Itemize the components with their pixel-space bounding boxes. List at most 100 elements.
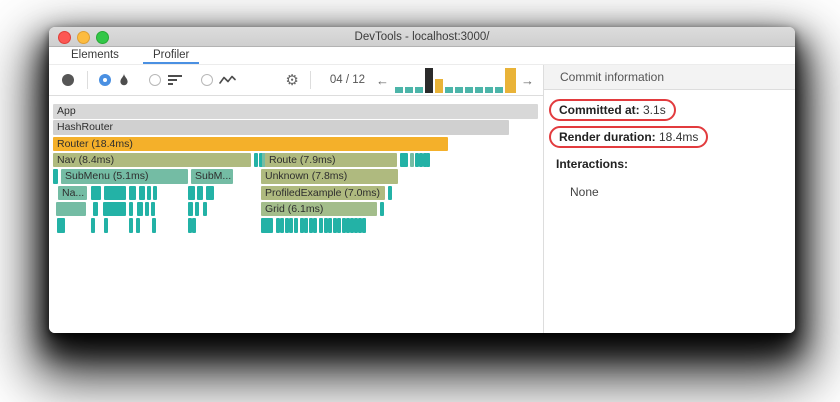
tab-elements[interactable]: Elements [61,47,129,64]
interactions-radio[interactable] [201,74,213,86]
ranked-chart-icon[interactable] [167,74,183,86]
commit-bar[interactable] [485,86,493,93]
tab-bar: Elements Profiler [49,47,795,65]
flame-bar-fragment[interactable] [151,201,155,217]
commit-bar[interactable] [505,67,516,93]
flame-bar-fragment[interactable] [328,218,332,233]
commit-bar[interactable] [465,86,473,93]
flame-bar-fragment[interactable] [129,218,133,233]
toolbar-divider [309,71,311,89]
commit-bar[interactable] [395,86,403,93]
flame-bar-fragment[interactable] [304,218,308,233]
close-button[interactable] [58,31,71,44]
commit-bar[interactable] [455,86,463,93]
flame-bar-fragment[interactable] [197,185,203,201]
record-button[interactable] [62,74,74,86]
flame-bar-fragment[interactable] [362,218,366,233]
render-duration-annotation: Render duration: 18.4ms [549,126,709,148]
flame-bar[interactable]: HashRouter [53,120,509,135]
flame-bar-fragment[interactable] [313,218,317,233]
flame-bar-fragment[interactable] [289,218,293,233]
flame-bar-fragment[interactable] [136,218,140,233]
flame-bar[interactable]: SubM... [191,169,233,184]
flame-bar-fragment[interactable] [104,185,126,201]
commit-index-label: 04 / 12 [329,74,365,86]
flame-bar-fragment[interactable] [104,218,108,233]
render-duration-label: Render duration: [559,130,656,144]
commit-bar[interactable] [475,86,483,93]
interactions-value: None [570,185,599,199]
commit-bar[interactable] [495,86,503,93]
flamechart-radio[interactable] [99,74,111,86]
flame-bar-fragment[interactable] [203,201,207,217]
flame-bar-fragment[interactable] [400,152,408,168]
toolbar-divider [87,71,88,89]
flame-bar-fragment[interactable] [280,218,284,233]
commit-bar[interactable] [445,86,453,93]
commit-bar[interactable] [415,86,423,93]
flame-bar-fragment[interactable] [380,201,384,217]
flame-bar-fragment[interactable] [319,218,323,233]
profiler-toolbar: ⚙ 04 / 12 ← → [49,65,543,96]
flame-bar[interactable]: SubMenu (5.1ms) [61,169,188,184]
flame-icon[interactable] [117,73,131,87]
flame-bar-fragment[interactable] [188,201,193,217]
flame-bar-fragment[interactable] [91,218,95,233]
flame-bar-fragment[interactable] [410,152,414,168]
view-flamechart-option[interactable] [99,73,131,87]
flamegraph: App HashRouter Router (18.4ms) Nav (8.4ms) R… [49,96,543,333]
flame-bar-fragment[interactable] [57,218,65,233]
commit-bar[interactable] [435,78,443,93]
title-bar[interactable]: DevTools - localhost:3000/ [49,27,795,47]
interactions-icon[interactable] [219,74,236,86]
flame-bar-fragment[interactable] [388,185,392,201]
traffic-lights [58,31,109,44]
flame-bar[interactable]: Nav (8.4ms) [53,152,251,168]
flame-bar-fragment[interactable] [103,201,126,217]
view-ranked-option[interactable] [149,74,183,86]
flame-bar-fragment[interactable] [195,201,199,217]
flame-bar-fragment[interactable] [188,185,195,201]
zoom-button[interactable] [96,31,109,44]
flame-bar-fragment[interactable] [91,185,101,201]
minimize-button[interactable] [77,31,90,44]
flame-bar-fragment[interactable] [153,185,157,201]
flame-bar[interactable]: Na... [58,185,87,201]
flame-bar-fragment[interactable] [254,152,258,168]
flame-bar-fragment[interactable] [337,218,341,233]
flame-bar-fragment[interactable] [129,185,136,201]
flame-bar-fragment[interactable] [93,201,98,217]
prev-commit-arrow-icon[interactable]: ← [373,73,392,88]
flame-bar[interactable]: Unknown (7.8ms) [261,169,398,184]
flame-bar-fragment[interactable] [294,218,298,233]
flame-bar[interactable]: Route (7.9ms) [265,152,397,168]
flame-bar[interactable]: Router (18.4ms) [53,136,448,152]
flame-bar-fragment[interactable] [206,185,214,201]
flame-bar-fragment[interactable] [129,201,133,217]
commit-selector-chart[interactable] [395,67,516,93]
flame-bar-fragment[interactable] [56,201,86,217]
flame-bar-fragment[interactable] [53,169,58,184]
flame-bar-fragment[interactable] [152,218,156,233]
flame-bar-fragment[interactable] [192,218,196,233]
flame-bar-fragment[interactable] [139,185,145,201]
view-interactions-option[interactable] [201,74,236,86]
commit-bar[interactable] [405,86,413,93]
commit-bar[interactable] [425,67,433,93]
devtools-window: DevTools - localhost:3000/ Elements Prof… [49,27,795,333]
main-area: ⚙ 04 / 12 ← → App HashRouter Router (18.4m… [49,65,795,333]
flame-bar-fragment[interactable] [137,201,143,217]
flame-bar[interactable]: Grid (6.1ms) [261,201,377,217]
tab-profiler[interactable]: Profiler [142,47,200,64]
flame-bar-fragment[interactable] [147,185,151,201]
render-duration-value: 18.4ms [655,130,699,144]
flame-bar-fragment[interactable] [426,152,430,168]
flame-bar-fragment[interactable] [261,218,273,233]
flame-bar[interactable]: ProfiledExample (7.0ms) [261,185,385,201]
committed-at-annotation: Committed at: 3.1s [549,99,676,121]
next-commit-arrow-icon[interactable]: → [518,73,537,88]
flame-bar-fragment[interactable] [145,201,149,217]
gear-icon[interactable]: ⚙ [285,73,298,88]
flame-bar[interactable]: App [53,104,538,119]
ranked-radio[interactable] [149,74,161,86]
